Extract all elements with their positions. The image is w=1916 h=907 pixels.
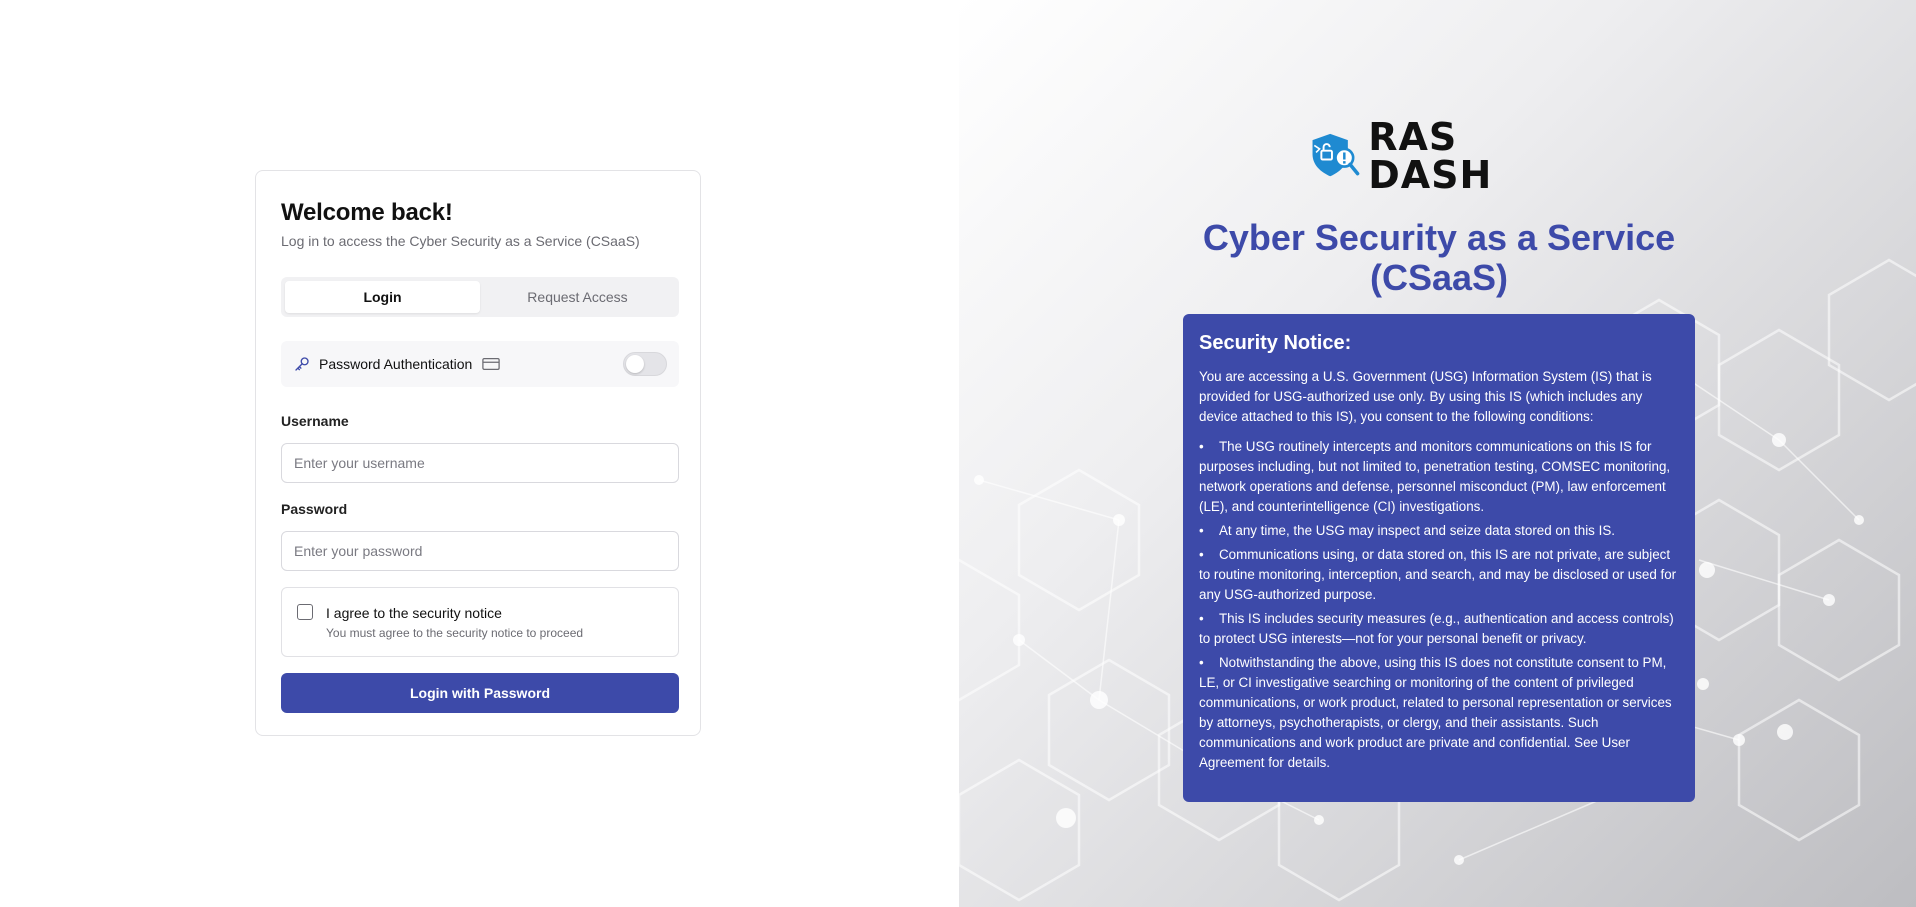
notice-title: Security Notice: [1199, 332, 1352, 354]
agree-box: I agree to the security notice You must … [281, 587, 679, 657]
notice-item: • The USG routinely intercepts and monito… [1199, 437, 1679, 517]
auth-mode-label: Password Authentication [319, 356, 473, 372]
notice-item-text: The USG routinely intercepts and monitor… [1199, 439, 1671, 514]
username-input[interactable] [281, 443, 679, 483]
auth-mode-toggle[interactable] [623, 352, 667, 376]
bullet-icon: • [1199, 611, 1204, 626]
notice-item-text: This IS includes security measures (e.g.… [1199, 611, 1674, 646]
hero-title: Cyber Security as a Service (CSaaS) [1202, 217, 1676, 298]
notice-item: • Communications using, or data stored on… [1199, 545, 1679, 605]
welcome-title: Welcome back! [281, 199, 453, 226]
bullet-icon: • [1199, 523, 1204, 538]
username-label: Username [281, 413, 349, 429]
notice-item: • This IS includes security measures (e.g… [1199, 609, 1679, 649]
toggle-knob [626, 355, 644, 373]
notice-item-text: Notwithstanding the above, using this IS… [1199, 655, 1672, 770]
password-input[interactable] [281, 531, 679, 571]
bullet-icon: • [1199, 547, 1204, 562]
notice-list: • The USG routinely intercepts and monito… [1199, 437, 1679, 773]
tab-login[interactable]: Login [285, 281, 480, 313]
credit-card-icon [482, 357, 501, 371]
security-notice-panel: Security Notice: You are accessing a U.S… [1183, 314, 1695, 802]
tab-request-access[interactable]: Request Access [480, 281, 675, 313]
notice-item-text: At any time, the USG may inspect and sei… [1219, 523, 1615, 538]
bullet-icon: • [1199, 439, 1204, 454]
password-label: Password [281, 501, 348, 517]
agree-label[interactable]: I agree to the security notice [326, 605, 502, 621]
auth-mode-row: Password Authentication [281, 341, 679, 387]
notice-item-text: Communications using, or data stored on,… [1199, 547, 1677, 602]
agree-hint: You must agree to the security notice to… [326, 626, 584, 640]
welcome-subtitle: Log in to access the Cyber Security as a… [281, 233, 640, 249]
notice-item: • Notwithstanding the above, using this I… [1199, 653, 1679, 773]
logo-wordmark: RAS DASH [1368, 115, 1493, 197]
agree-checkbox[interactable] [297, 604, 313, 620]
login-card: Welcome back! Log in to access the Cyber… [255, 170, 701, 736]
shield-magnifier-icon [1312, 133, 1360, 177]
login-button[interactable]: Login with Password [281, 673, 679, 713]
auth-tabs: Login Request Access [281, 277, 679, 317]
key-icon [295, 357, 309, 371]
notice-intro: You are accessing a U.S. Government (USG… [1199, 369, 1652, 424]
notice-item: • At any time, the USG may inspect and se… [1199, 521, 1679, 541]
logo: RAS DASH [1309, 118, 1569, 194]
bullet-icon: • [1199, 655, 1204, 670]
